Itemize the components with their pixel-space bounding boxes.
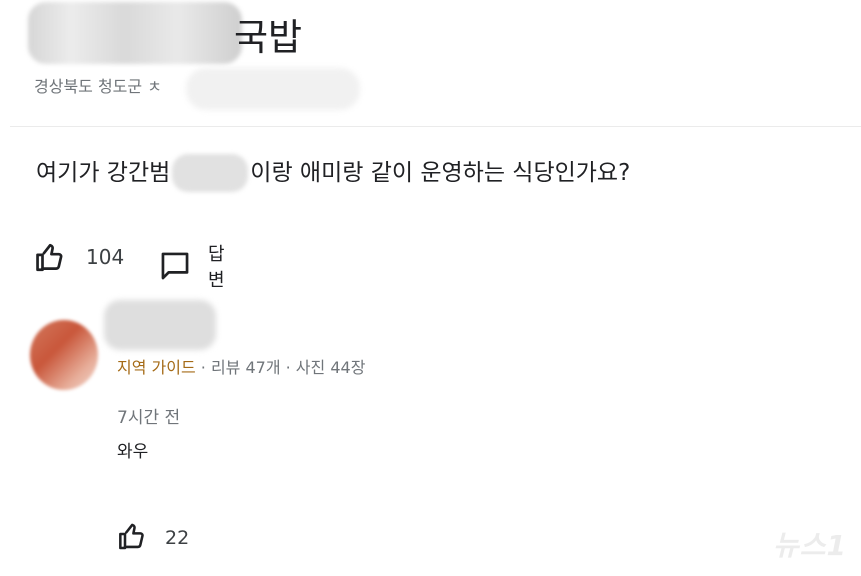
redacted-username	[104, 300, 216, 350]
review-page: 국밥 경상북도 청도군 ㅊ 여기가 강간범 이랑 애미랑 같이 운영하는 식당인…	[0, 0, 861, 576]
reply-button[interactable]: 답변	[158, 240, 225, 292]
question-text-before: 여기가 강간범	[36, 160, 171, 186]
header-divider	[10, 126, 861, 127]
place-address: 경상북도 청도군 ㅊ	[34, 77, 162, 96]
redacted-place-name	[28, 2, 242, 64]
author-stats: · 리뷰 47개 · 사진 44장	[195, 358, 366, 377]
avatar[interactable]	[30, 320, 98, 390]
redacted-address	[186, 68, 360, 110]
author-meta: 지역 가이드 · 리뷰 47개 · 사진 44장	[117, 356, 365, 380]
watermark-text: 뉴스1	[772, 529, 847, 562]
question-like-count: 104	[86, 245, 125, 269]
redacted-name	[172, 154, 249, 192]
thumbs-up-icon	[34, 240, 68, 274]
comment-text: 와우	[117, 442, 149, 462]
comment-like-button[interactable]: 22	[117, 520, 189, 556]
comment-bubble-icon	[158, 249, 192, 283]
thumbs-up-icon	[117, 520, 149, 556]
comment-timestamp: 7시간 전	[117, 408, 181, 428]
question-text-after: 이랑 애미랑 같이 운영하는 식당인가요?	[250, 160, 631, 186]
place-title: 국밥	[234, 16, 303, 59]
reply-label: 답변	[208, 244, 225, 291]
question-text: 여기가 강간범 이랑 애미랑 같이 운영하는 식당인가요?	[36, 154, 630, 192]
question-like-button[interactable]: 104	[34, 240, 124, 274]
comment-like-count: 22	[165, 527, 190, 549]
news1-watermark: 뉴스1	[773, 524, 847, 564]
local-guide-badge: 지역 가이드	[117, 358, 196, 377]
